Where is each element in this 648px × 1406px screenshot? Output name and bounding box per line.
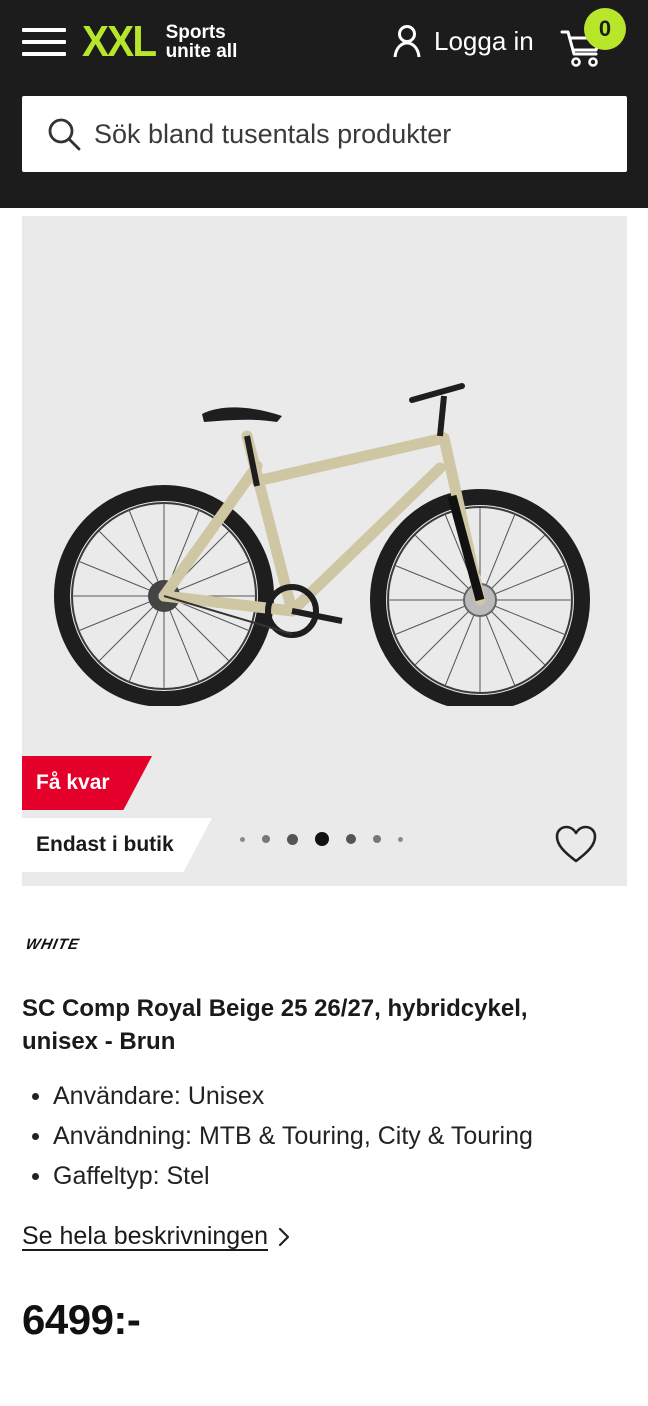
login-label: Logga in xyxy=(434,25,534,56)
product-image-bike xyxy=(54,383,590,706)
carousel-dots xyxy=(240,832,420,846)
cart-count-badge[interactable]: 0 xyxy=(584,8,626,50)
bullet-icon xyxy=(32,1132,39,1140)
user-icon xyxy=(393,25,421,58)
product-title: SC Comp Royal Beige 25 26/27, hybridcyke… xyxy=(22,995,528,1055)
bullet-icon xyxy=(32,1092,39,1100)
product-price: 6499:- xyxy=(22,1296,141,1343)
logo-tagline: Sports unite all xyxy=(166,23,238,61)
carousel-dot[interactable] xyxy=(287,833,298,845)
chevron-right-icon xyxy=(278,1227,290,1246)
search-bar[interactable] xyxy=(22,96,627,172)
logo-tagline-line-2: unite all xyxy=(165,41,238,62)
xxl-logo[interactable]: XXL Sports unite all xyxy=(82,18,237,66)
carousel-dot[interactable] xyxy=(240,836,245,842)
heart-icon[interactable] xyxy=(554,824,598,864)
carousel-dot[interactable] xyxy=(398,836,403,842)
full-description-link[interactable]: Se hela beskrivningen xyxy=(22,1222,290,1251)
spec-item: Användning: MTB & Touring, City & Tourin… xyxy=(22,1116,533,1156)
menu-icon[interactable] xyxy=(22,26,66,58)
store-only-badge: Endast i butik xyxy=(22,818,212,872)
carousel-dot[interactable] xyxy=(346,834,356,844)
spec-item: Gaffeltyp: Stel xyxy=(22,1156,533,1196)
logo-mark: XXL xyxy=(82,17,157,66)
spec-text: Användning: MTB & Touring, City & Tourin… xyxy=(53,1122,533,1150)
few-left-badge: Få kvar xyxy=(22,756,152,810)
search-icon xyxy=(48,118,81,151)
spec-item: Användare: Unisex xyxy=(22,1076,533,1116)
full-description-label: Se hela beskrivningen xyxy=(22,1222,268,1250)
login-button[interactable]: Logga in xyxy=(392,22,534,60)
product-specs: Användare: Unisex Användning: MTB & Tour… xyxy=(22,1076,533,1196)
carousel-dot[interactable] xyxy=(373,835,381,843)
product-image-gallery[interactable]: Få kvar Endast i butik xyxy=(22,216,627,886)
bullet-icon xyxy=(32,1172,39,1180)
spec-text: Gaffeltyp: Stel xyxy=(53,1162,210,1190)
spec-text: Användare: Unisex xyxy=(53,1082,265,1110)
brand-logo[interactable]: WHITE xyxy=(24,936,81,953)
search-input[interactable] xyxy=(94,118,594,150)
carousel-dot[interactable] xyxy=(262,835,270,843)
carousel-dot-active[interactable] xyxy=(315,832,329,846)
site-header: XXL Sports unite all Logga in 0 xyxy=(0,0,648,208)
logo-tagline-line-1: Sports xyxy=(165,22,226,43)
